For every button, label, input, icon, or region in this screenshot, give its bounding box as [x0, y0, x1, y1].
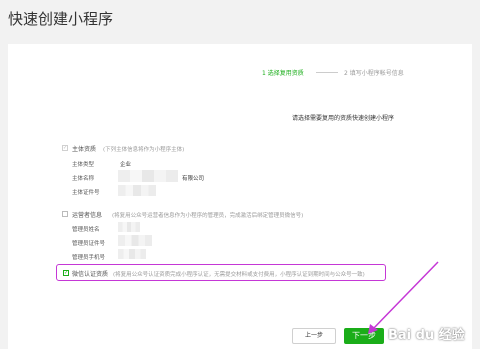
annotation-arrow-icon [368, 261, 439, 334]
watermark-logo: Bai du 经验 [388, 328, 465, 343]
